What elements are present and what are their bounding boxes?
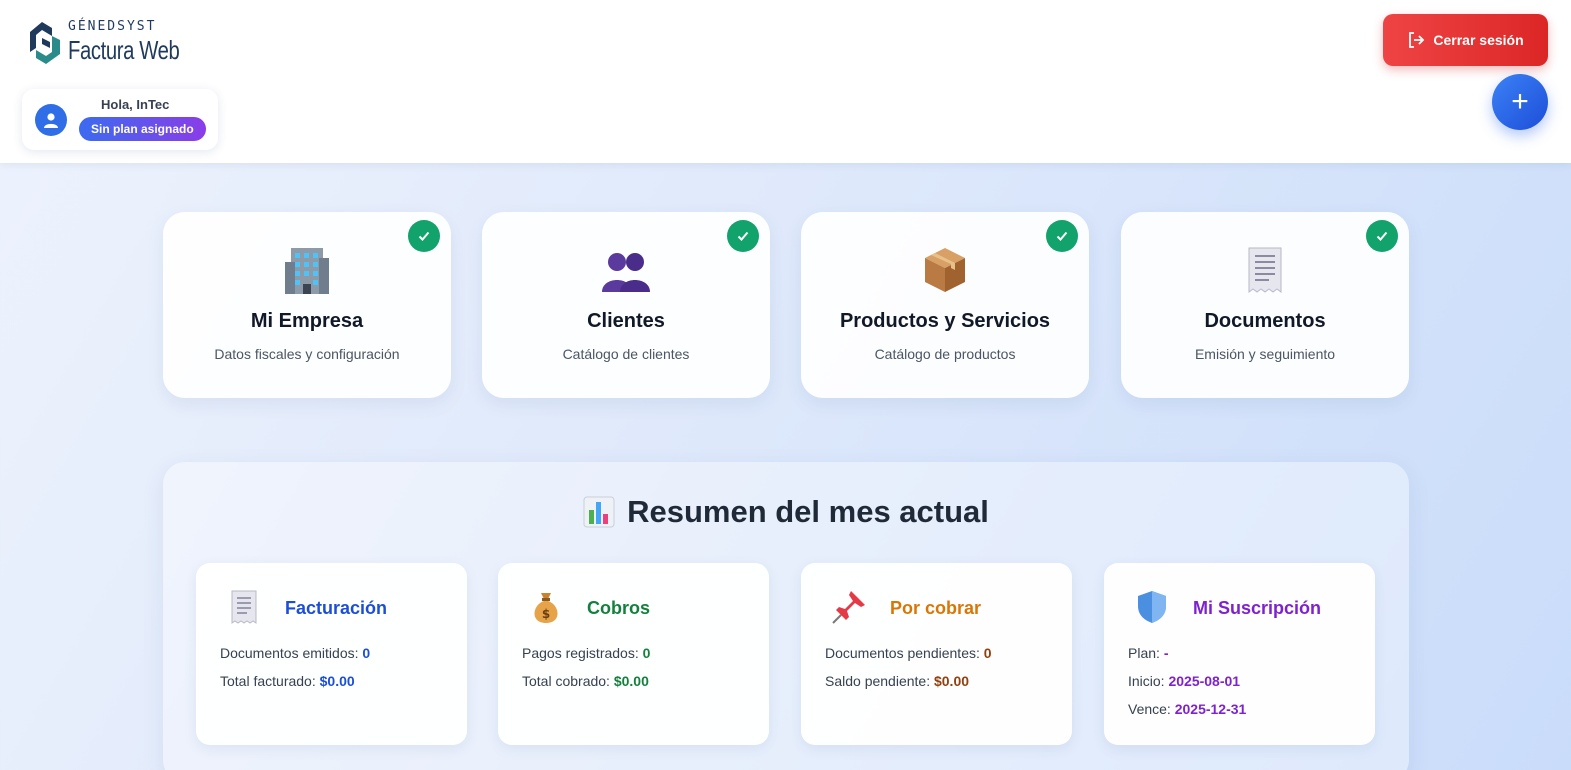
office-building-icon — [285, 248, 329, 294]
module-card-productos[interactable]: Productos y Servicios Catálogo de produc… — [801, 212, 1089, 398]
stat-title: Cobros — [587, 598, 650, 618]
stat-line: Inicio: 2025-08-01 — [1128, 673, 1240, 689]
stat-line: Documentos pendientes: 0 — [825, 645, 992, 661]
stat-value: 0 — [362, 645, 371, 661]
money-bag-icon: $ — [534, 593, 558, 623]
stat-label: Vence: — [1128, 701, 1171, 717]
stat-line: Documentos emitidos: 0 — [220, 645, 370, 661]
stat-label: Plan: — [1128, 645, 1160, 661]
logout-button[interactable]: Cerrar sesión — [1383, 14, 1548, 66]
user-greeting: Hola, InTec — [101, 97, 170, 112]
logout-icon — [1409, 32, 1425, 48]
module-subtitle: Catálogo de clientes — [562, 346, 690, 362]
stat-card-por-cobrar: Por cobrar Documentos pendientes: 0 Sald… — [801, 563, 1072, 745]
stat-title: Mi Suscripción — [1193, 598, 1322, 618]
summary-title: Resumen del mes actual — [627, 494, 989, 529]
stat-line: Saldo pendiente: $0.00 — [825, 673, 969, 689]
stat-value: 0 — [983, 645, 992, 661]
stat-label: Documentos pendientes: — [825, 645, 980, 661]
module-card-documentos[interactable]: Documentos Emisión y seguimiento — [1121, 212, 1409, 398]
stat-value: $0.00 — [933, 673, 970, 689]
stat-card-cobros: $ Cobros Pagos registrados: 0 Total cobr… — [498, 563, 769, 745]
module-title: Productos y Servicios — [839, 310, 1051, 332]
stat-label: Total facturado: — [220, 673, 316, 689]
stat-value: 2025-08-01 — [1168, 673, 1241, 689]
pushpin-icon — [832, 591, 865, 624]
brand-logo[interactable]: GÉNEDSYST Factura Web — [22, 14, 211, 70]
stat-label: Inicio: — [1128, 673, 1165, 689]
package-icon — [925, 248, 965, 292]
stat-value: 2025-12-31 — [1174, 701, 1247, 717]
add-button[interactable]: + — [1492, 74, 1548, 130]
stat-title: Facturación — [285, 598, 388, 618]
stat-line: Pagos registrados: 0 — [522, 645, 650, 661]
check-icon — [1046, 220, 1078, 252]
module-subtitle: Datos fiscales y configuración — [214, 346, 400, 362]
stat-label: Documentos emitidos: — [220, 645, 359, 661]
plan-badge: Sin plan asignado — [79, 117, 206, 141]
brand-top-text: GÉNEDSYST — [68, 19, 157, 34]
top-header: GÉNEDSYST Factura Web Hola, InTec Sin pl… — [0, 0, 1571, 163]
stat-value: - — [1163, 645, 1169, 661]
stat-value: $0.00 — [613, 673, 649, 689]
monthly-summary-panel: Resumen del mes actual Facturación Docum… — [163, 462, 1409, 770]
genedsyst-logo-icon — [30, 22, 60, 64]
stat-label: Total cobrado: — [522, 673, 610, 689]
stat-value: 0 — [642, 645, 651, 661]
stat-value: $0.00 — [319, 673, 355, 689]
module-subtitle: Catálogo de productos — [874, 346, 1016, 362]
module-title: Clientes — [587, 310, 665, 332]
stat-line: Vence: 2025-12-31 — [1128, 701, 1246, 717]
stat-line: Total facturado: $0.00 — [220, 673, 355, 689]
user-avatar-icon — [35, 104, 67, 136]
people-icon — [602, 253, 650, 292]
receipt-icon — [1248, 247, 1282, 293]
stat-label: Saldo pendiente: — [825, 673, 931, 689]
stat-card-mi-suscripcion: Mi Suscripción Plan: - Inicio: 2025-08-0… — [1104, 563, 1375, 745]
svg-text:$: $ — [542, 607, 550, 621]
stat-title: Por cobrar — [890, 598, 982, 618]
check-icon — [408, 220, 440, 252]
module-card-clientes[interactable]: Clientes Catálogo de clientes — [482, 212, 770, 398]
stat-line: Plan: - — [1128, 645, 1168, 661]
stat-label: Pagos registrados: — [522, 645, 639, 661]
stat-card-facturacion: Facturación Documentos emitidos: 0 Total… — [196, 563, 467, 745]
module-title: Documentos — [1204, 310, 1326, 332]
stat-line: Total cobrado: $0.00 — [522, 673, 649, 689]
logout-button-label: Cerrar sesión — [1433, 32, 1524, 48]
check-icon — [1366, 220, 1398, 252]
module-title: Mi Empresa — [250, 310, 364, 332]
check-icon — [727, 220, 759, 252]
bar-chart-icon — [583, 496, 615, 528]
summary-heading: Resumen del mes actual — [163, 494, 1409, 530]
module-subtitle: Emisión y seguimiento — [1194, 346, 1336, 362]
receipt-icon — [231, 590, 257, 624]
brand-bottom-text: Factura Web — [68, 35, 180, 65]
shield-icon — [1138, 591, 1166, 623]
module-card-mi-empresa[interactable]: Mi Empresa Datos fiscales y configuració… — [163, 212, 451, 398]
